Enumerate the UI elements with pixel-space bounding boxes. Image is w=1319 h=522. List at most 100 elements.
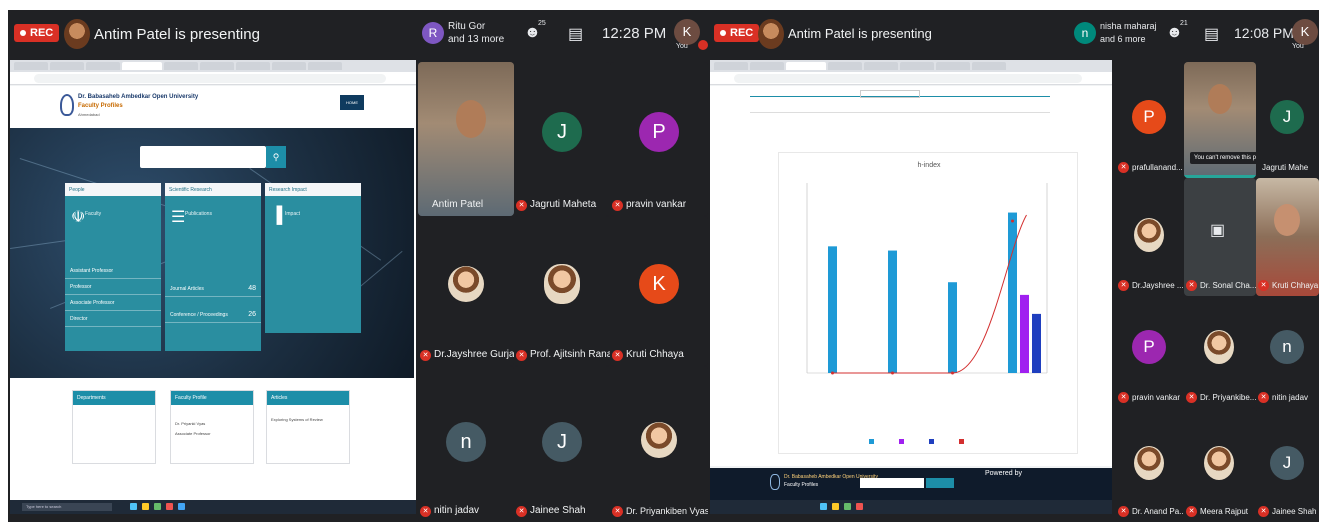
card-row-link[interactable]: Assistant Professor bbox=[65, 263, 161, 279]
subscribe-button[interactable] bbox=[926, 478, 954, 488]
taskbar-app-icon[interactable] bbox=[820, 503, 827, 510]
research-impact-card[interactable]: Research Impact ▐ Impact bbox=[265, 183, 361, 333]
participant-name: Dr. Anand Pa... bbox=[1132, 507, 1184, 516]
card-row-link[interactable]: Conference / Proceedings 26 bbox=[165, 307, 261, 323]
bar bbox=[828, 246, 837, 373]
taskbar-app-icon[interactable] bbox=[130, 503, 137, 510]
participant-photo bbox=[1134, 446, 1164, 480]
browser-tab[interactable] bbox=[272, 62, 306, 70]
participant-tile[interactable]: J ✕ Jainee Shah bbox=[1256, 408, 1319, 522]
meet-top-bar: REC Antim Patel is presenting n nisha ma… bbox=[708, 10, 1319, 60]
participant-tile[interactable]: K ✕ Kruti Chhaya bbox=[610, 216, 708, 366]
participant-tile[interactable]: J ✕ Jagruti Maheta bbox=[514, 62, 610, 216]
chart-tab-selector[interactable] bbox=[860, 90, 920, 98]
browser-tab[interactable] bbox=[900, 62, 934, 70]
card-row-link[interactable]: Journal Articles 48 bbox=[165, 281, 261, 297]
browser-tab[interactable] bbox=[972, 62, 1006, 70]
participant-tile[interactable]: ✕ Dr.Jayshree Gurjar bbox=[418, 216, 514, 366]
participant-tile-video[interactable]: Antim Patel bbox=[418, 62, 514, 216]
participant-face bbox=[1274, 204, 1300, 236]
browser-tab[interactable] bbox=[936, 62, 970, 70]
browser-tab[interactable] bbox=[864, 62, 898, 70]
taskbar-app-icon[interactable] bbox=[844, 503, 851, 510]
browser-tab[interactable] bbox=[308, 62, 342, 70]
participant-name: pravin vankar bbox=[1132, 393, 1181, 402]
taskbar-search-input[interactable]: Type here to search bbox=[22, 503, 112, 511]
browser-tab[interactable] bbox=[236, 62, 270, 70]
participant-avatar: J bbox=[1270, 446, 1304, 480]
browser-tab[interactable] bbox=[86, 62, 120, 70]
url-input[interactable] bbox=[734, 74, 1082, 83]
participant-tile[interactable]: ✕ Dr. Priyankibe... bbox=[1184, 296, 1256, 408]
faculty-profile-card[interactable]: Faculty Profile Dr. Priyanki Vyas Associ… bbox=[170, 390, 254, 464]
taskbar-app-icon[interactable] bbox=[832, 503, 839, 510]
card-row-link[interactable]: Associate Professor bbox=[65, 295, 161, 311]
participant-tile-video[interactable]: ✕ Kruti Chhaya bbox=[1256, 178, 1319, 296]
browser-tab[interactable] bbox=[750, 62, 784, 70]
participant-tile[interactable]: P ✕ pravin vankar bbox=[610, 62, 708, 216]
card-row-link[interactable]: Director bbox=[65, 311, 161, 327]
participant-name: pravin vankar bbox=[626, 199, 687, 210]
participant-tile[interactable]: n ✕ nitin jadav bbox=[1256, 296, 1319, 408]
articles-card[interactable]: Articles Exploring Systems of Review bbox=[266, 390, 350, 464]
home-button[interactable]: HOME bbox=[340, 95, 364, 110]
taskbar-app-icon[interactable] bbox=[142, 503, 149, 510]
browser-tab[interactable] bbox=[828, 62, 862, 70]
browser-tab[interactable] bbox=[164, 62, 198, 70]
participant-avatar: P bbox=[1132, 100, 1166, 134]
footer-email-input[interactable] bbox=[860, 478, 924, 488]
others-first-name: Ritu Gor bbox=[448, 21, 486, 32]
participant-face bbox=[1208, 84, 1232, 114]
taskbar-app-icon[interactable] bbox=[856, 503, 863, 510]
shared-screen-browser: h-index Dr. Babasaheb Ambedkar Open Univ… bbox=[710, 60, 1112, 514]
participant-tile[interactable]: ✕ Meera Rajput bbox=[1184, 408, 1256, 522]
taskbar-app-icon[interactable] bbox=[166, 503, 173, 510]
participant-tile[interactable]: J ✕ Jainee Shah bbox=[514, 366, 610, 522]
browser-tab-active[interactable] bbox=[786, 62, 826, 70]
participant-avatar: P bbox=[639, 112, 679, 152]
url-input[interactable] bbox=[34, 74, 386, 83]
browser-tab-active[interactable] bbox=[122, 62, 162, 70]
chat-icon[interactable]: ▤ bbox=[568, 24, 583, 44]
participant-tile[interactable]: ✕ Dr. Anand Pa... bbox=[1116, 408, 1184, 522]
recording-badge[interactable]: REC bbox=[14, 24, 60, 42]
mic-off-icon: ✕ bbox=[1118, 280, 1129, 291]
browser-tab-bar bbox=[10, 60, 416, 72]
participant-tile[interactable]: n ✕ nitin jadav bbox=[418, 366, 514, 522]
others-summary[interactable]: Ritu Gor and 13 more bbox=[448, 20, 504, 46]
card-row-link[interactable]: Professor bbox=[65, 279, 161, 295]
others-avatar[interactable]: R bbox=[422, 22, 444, 44]
participant-name: Meera Rajput bbox=[1200, 507, 1249, 516]
taskbar-app-icon[interactable] bbox=[154, 503, 161, 510]
row-count: 26 bbox=[248, 311, 256, 318]
participant-tile[interactable]: P ✕ prafullanand... bbox=[1116, 62, 1184, 178]
departments-card[interactable]: Departments bbox=[72, 390, 156, 464]
taskbar-app-icon[interactable] bbox=[178, 503, 185, 510]
participant-tile[interactable]: ✕ Prof. Ajitsinh Rana bbox=[514, 216, 610, 366]
people-card[interactable]: People ☫ Faculty Assistant Professor Pro… bbox=[65, 183, 161, 351]
browser-tab[interactable] bbox=[14, 62, 48, 70]
university-logo bbox=[60, 94, 74, 116]
recording-badge[interactable]: REC bbox=[714, 24, 760, 42]
browser-tab[interactable] bbox=[200, 62, 234, 70]
browser-tab[interactable] bbox=[714, 62, 748, 70]
meeting-clock: 12:08 PM bbox=[1234, 25, 1294, 41]
participant-tile-video[interactable]: You can't remove this participant bbox=[1184, 62, 1256, 178]
others-avatar[interactable]: n bbox=[1074, 22, 1096, 44]
self-avatar[interactable]: K bbox=[674, 19, 700, 45]
mic-off-icon: ✕ bbox=[612, 506, 623, 517]
participant-tile[interactable]: J Jagruti Mahe bbox=[1256, 62, 1319, 178]
site-search-input[interactable] bbox=[140, 146, 266, 168]
participant-tile[interactable]: ✕ Dr.Jayshree ... bbox=[1116, 178, 1184, 296]
others-summary[interactable]: nisha maharaj and 6 more bbox=[1100, 20, 1157, 46]
chat-icon[interactable]: ▤ bbox=[1204, 24, 1219, 44]
participant-tile[interactable]: ▣ ✕ Dr. Sonal Cha... bbox=[1184, 178, 1256, 296]
participant-tile[interactable]: ✕ Dr. Priyankiben Vyas bbox=[610, 366, 708, 522]
impact-label: Impact bbox=[285, 211, 301, 217]
self-avatar[interactable]: K bbox=[1292, 19, 1318, 45]
mic-off-icon: ✕ bbox=[1258, 392, 1269, 403]
scientific-research-card[interactable]: Scientific Research ☰ Publications Journ… bbox=[165, 183, 261, 351]
browser-tab[interactable] bbox=[50, 62, 84, 70]
search-icon[interactable]: ⚲ bbox=[266, 146, 286, 168]
participant-tile[interactable]: P ✕ pravin vankar bbox=[1116, 296, 1184, 408]
